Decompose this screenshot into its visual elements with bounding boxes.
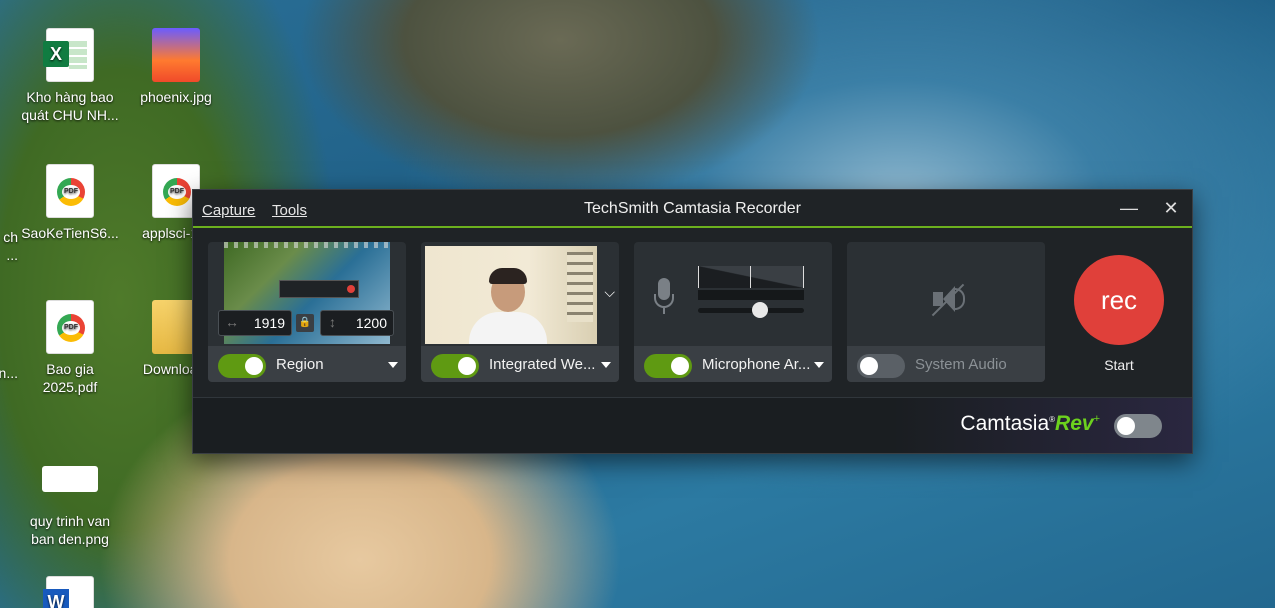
pdf-file-icon [46, 300, 94, 354]
word-file-icon [43, 576, 94, 608]
title-bar: Capture Tools TechSmith Camtasia Recorde… [193, 190, 1192, 228]
speaker-muted-icon [929, 280, 969, 320]
image-file-icon [42, 466, 98, 492]
window-title: TechSmith Camtasia Recorder [584, 200, 801, 217]
width-arrows-icon: ↔ [225, 314, 239, 330]
microphone-label: Microphone Ar... [702, 356, 811, 373]
desktop-icon-label: phoenix.jpg [140, 89, 212, 105]
volume-meter [698, 266, 804, 288]
lock-icon[interactable]: 🔒 [296, 314, 314, 332]
webcam-expand-icon[interactable]: ⌵ [604, 284, 615, 301]
microphone-panel: Microphone Ar... [634, 242, 832, 382]
image-file-icon [152, 28, 200, 82]
camtasia-rev-logo: Camtasia®Rev+ [960, 412, 1100, 435]
height-arrows-icon: ↕ [329, 314, 336, 330]
system-audio-panel: System Audio [847, 242, 1045, 382]
webcam-preview [425, 246, 597, 344]
desktop-edge-fragment: n... [0, 365, 18, 381]
desktop-icon-excel[interactable]: Kho hàng bao quát CHU NH... [20, 28, 120, 124]
desktop-edge-fragment: ch [3, 229, 18, 245]
start-label: Start [1104, 357, 1134, 373]
height-field[interactable]: ↕ 1200 [320, 310, 394, 336]
minimize-button[interactable]: — [1115, 196, 1143, 220]
pdf-file-icon [46, 164, 94, 218]
microphone-toggle[interactable] [644, 354, 692, 378]
width-field[interactable]: ↔ 1919 [218, 310, 292, 336]
close-button[interactable]: ✕ [1157, 196, 1185, 220]
microphone-volume-slider[interactable] [698, 302, 804, 318]
region-controls: Region [208, 346, 406, 382]
region-dropdown-icon[interactable] [388, 362, 398, 368]
record-button[interactable]: rec [1074, 255, 1164, 345]
region-panel: ↔ 1919 🔒 ↕ 1200 Region [208, 242, 406, 382]
region-label: Region [276, 356, 324, 373]
microphone-dropdown-icon[interactable] [814, 362, 824, 368]
slider-thumb[interactable] [752, 302, 768, 318]
desktop-icon-saoke[interactable]: SaoKeTienS6... [20, 164, 120, 242]
desktop-icon-quytrinh[interactable]: quy trinh van ban den.png [20, 452, 120, 548]
camtasia-recorder-window: Capture Tools TechSmith Camtasia Recorde… [192, 189, 1193, 454]
webcam-dropdown-icon[interactable] [601, 362, 611, 368]
system-audio-controls: System Audio [847, 346, 1045, 382]
desktop-icon-label: SaoKeTienS6... [21, 225, 119, 241]
rev-toggle[interactable] [1114, 414, 1162, 438]
system-audio-label: System Audio [915, 356, 1007, 373]
system-audio-toggle[interactable] [857, 354, 905, 378]
webcam-label: Integrated We... [489, 356, 596, 373]
desktop-icon-baogia[interactable]: Bao gia 2025.pdf [20, 300, 120, 396]
webcam-controls: Integrated We... [421, 346, 619, 382]
rev-footer: Camtasia®Rev+ [193, 397, 1192, 453]
desktop-icon-phoenix[interactable]: phoenix.jpg [126, 28, 226, 106]
desktop-edge-fragment: ... [6, 247, 18, 263]
webcam-toggle[interactable] [431, 354, 479, 378]
desktop-icon-label: Kho hàng bao quát CHU NH... [21, 89, 119, 123]
excel-file-icon [43, 28, 94, 82]
microphone-controls: Microphone Ar... [634, 346, 832, 382]
webcam-panel: ⌵ Integrated We... [421, 242, 619, 382]
desktop-icon-label: quy trinh van ban den.png [29, 513, 111, 547]
desktop-icon-label: Bao gia 2025.pdf [42, 361, 98, 395]
desktop-icon-word[interactable] [20, 576, 120, 608]
region-toggle[interactable] [218, 354, 266, 378]
